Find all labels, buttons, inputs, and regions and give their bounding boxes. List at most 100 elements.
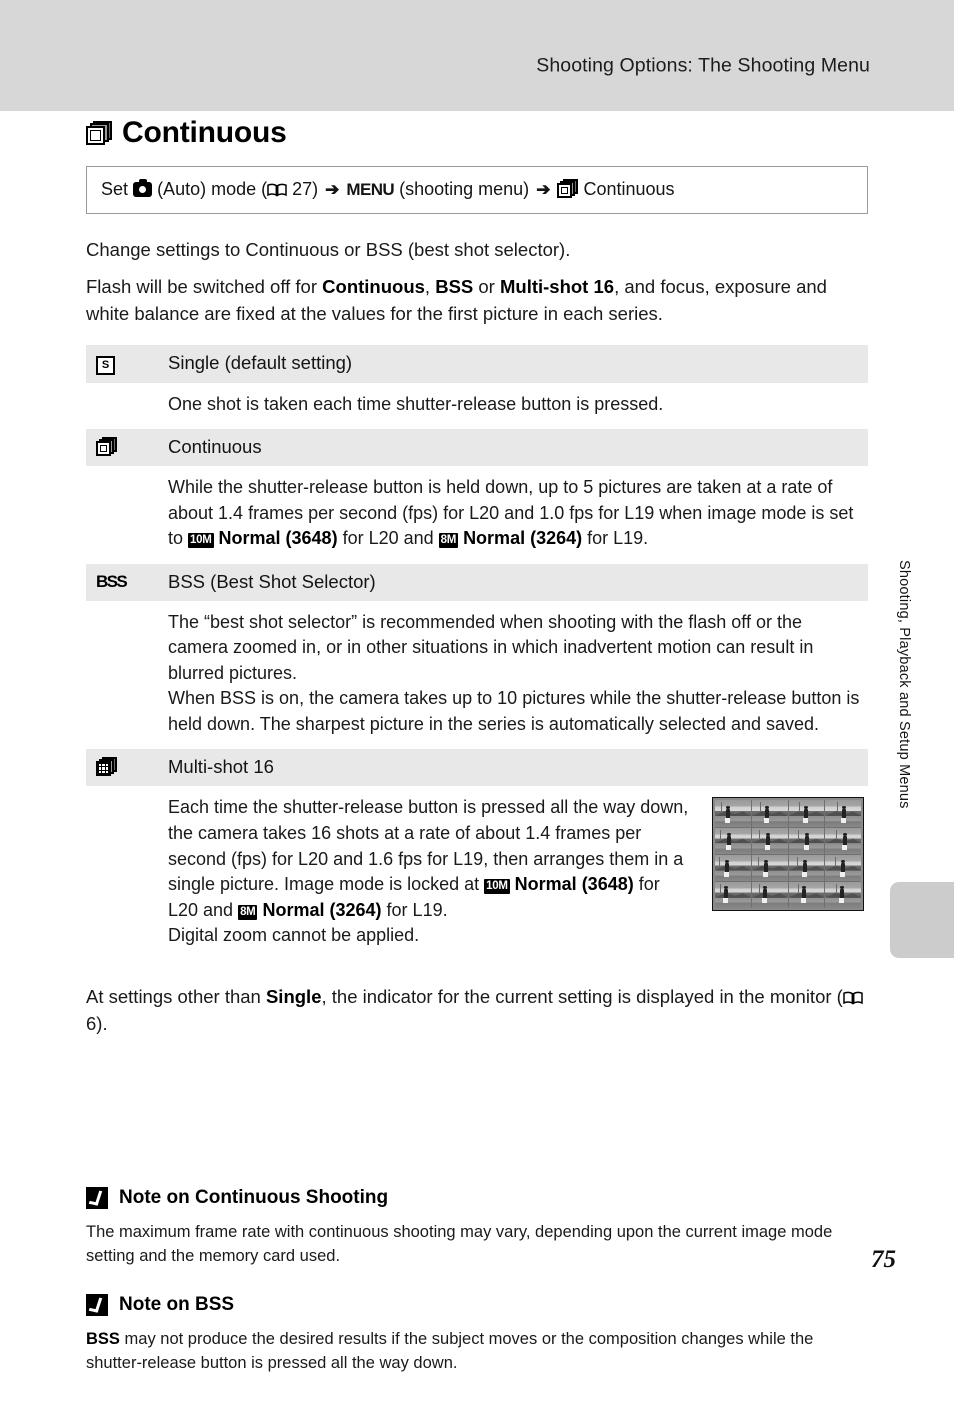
ms-desc-part4: Digital zoom cannot be applied. bbox=[168, 925, 420, 946]
sample-frame bbox=[715, 854, 751, 882]
cont-desc-bold1: Normal (3648) bbox=[218, 528, 338, 549]
notes-section: Note on Continuous Shooting The maximum … bbox=[86, 1186, 868, 1375]
table-row-multishot-body: Each time the shutter-release button is … bbox=[86, 786, 868, 961]
note-title-continuous: Note on Continuous Shooting bbox=[86, 1186, 868, 1209]
image-mode-chip-8m: 8M bbox=[438, 533, 459, 549]
breadcrumb-menu-suffix: (shooting menu) bbox=[399, 179, 530, 199]
side-tab-marker bbox=[890, 882, 954, 958]
image-mode-chip-10m: 10M bbox=[484, 879, 510, 895]
ms-desc-bold1: Normal (3648) bbox=[514, 874, 634, 895]
sample-frame bbox=[751, 827, 788, 854]
breadcrumb-menu-button: MENU bbox=[346, 180, 395, 199]
sample-frame bbox=[715, 882, 751, 909]
page-title: Continuous bbox=[86, 118, 868, 148]
continuous-stack-icon bbox=[557, 179, 579, 198]
multishot-icon-cell bbox=[86, 749, 166, 787]
bss-desc-2: When BSS is on, the camera takes up to 1… bbox=[168, 688, 860, 734]
continuous-stack-icon bbox=[96, 436, 117, 456]
bss-icon: BSS bbox=[96, 571, 128, 591]
note-body-bss: BSS may not produce the desired results … bbox=[86, 1327, 868, 1375]
cont-desc-part2: for L20 and bbox=[337, 528, 439, 549]
bss-icon-cell: BSS bbox=[86, 563, 166, 601]
page-number: 75 bbox=[871, 1246, 896, 1273]
note-title-bss: Note on BSS bbox=[86, 1293, 868, 1316]
intro-2-a: Flash will be switched off for bbox=[86, 275, 323, 297]
book-page-ref-icon bbox=[843, 991, 863, 1005]
sample-frame bbox=[825, 827, 861, 854]
side-tab-label: Shooting, Playback and Setup Menus bbox=[896, 560, 912, 809]
sample-photo-grid bbox=[715, 800, 861, 909]
option-description-bss: The “best shot selector” is recommended … bbox=[166, 600, 868, 750]
intro-2-bold-continuous: Continuous bbox=[322, 275, 425, 297]
book-page-ref-icon bbox=[267, 183, 287, 197]
page-title-text: Continuous bbox=[122, 116, 287, 149]
spacer-cell bbox=[86, 600, 166, 750]
note-title-text: Note on Continuous Shooting bbox=[119, 1186, 389, 1208]
after-table-paragraph: At settings other than Single, the indic… bbox=[86, 983, 868, 1037]
table-row-bss-body: The “best shot selector” is recommended … bbox=[86, 600, 868, 750]
note-body-continuous: The maximum frame rate with continuous s… bbox=[86, 1222, 833, 1265]
sample-frame bbox=[751, 882, 788, 909]
table-row-continuous-header: Continuous bbox=[86, 429, 868, 467]
continuous-icon-cell bbox=[86, 429, 166, 467]
image-mode-chip-10m: 10M bbox=[188, 533, 214, 549]
bss-desc-1: The “best shot selector” is recommended … bbox=[168, 611, 814, 683]
sample-frame bbox=[788, 882, 825, 909]
spacer-cell bbox=[86, 466, 166, 564]
page-content: Continuous Set (Auto) mode ( 27) ➔ MENU … bbox=[86, 118, 868, 1401]
option-label-bss: BSS (Best Shot Selector) bbox=[166, 563, 868, 601]
arrow-icon-2: ➔ bbox=[536, 180, 551, 199]
table-row-single-header: S Single (default setting) bbox=[86, 344, 868, 383]
intro-paragraph-1: Change settings to Continuous or BSS (be… bbox=[86, 238, 571, 260]
note-title-text: Note on BSS bbox=[119, 1293, 235, 1315]
continuous-options-table: S Single (default setting) One shot is t… bbox=[86, 344, 868, 961]
ms-desc-bold2: Normal (3264) bbox=[262, 899, 382, 920]
continuous-stack-icon bbox=[86, 121, 112, 145]
breadcrumb-auto-mode: (Auto) mode ( bbox=[157, 179, 268, 199]
sample-frame bbox=[825, 800, 861, 827]
multi-shot-16-icon bbox=[96, 756, 117, 776]
table-row-continuous-body: While the shutter-release button is held… bbox=[86, 466, 868, 564]
sample-frame bbox=[715, 827, 751, 854]
sample-frame bbox=[751, 800, 788, 827]
sample-frame bbox=[788, 854, 825, 882]
cont-desc-part3: for L19. bbox=[582, 528, 649, 549]
intro-2-bold-bss: BSS bbox=[435, 275, 474, 297]
intro-2-sep2: or bbox=[473, 275, 500, 297]
intro-2-bold-multishot: Multi-shot 16 bbox=[499, 275, 615, 297]
option-label-continuous: Continuous bbox=[166, 429, 868, 467]
caution-check-icon bbox=[86, 1293, 108, 1316]
option-description-multishot: Each time the shutter-release button is … bbox=[166, 786, 868, 961]
table-row-multishot-header: Multi-shot 16 bbox=[86, 749, 868, 787]
sample-frame bbox=[715, 800, 751, 827]
sample-frame bbox=[751, 854, 788, 882]
camera-auto-icon bbox=[133, 178, 153, 197]
breadcrumb: Set (Auto) mode ( 27) ➔ MENU (shooting m… bbox=[86, 166, 868, 214]
single-shot-icon: S bbox=[96, 355, 115, 375]
sample-frame bbox=[825, 882, 861, 909]
intro-2-sep1: , bbox=[424, 275, 436, 297]
after-page-ref: 6). bbox=[86, 1012, 108, 1034]
note-continuous-shooting: Note on Continuous Shooting The maximum … bbox=[86, 1186, 868, 1268]
running-title: Shooting Options: The Shooting Menu bbox=[536, 54, 870, 77]
single-shot-icon-cell: S bbox=[86, 344, 166, 383]
option-description-single: One shot is taken each time shutter-rele… bbox=[166, 382, 868, 430]
note-bss-bold: BSS bbox=[86, 1329, 120, 1348]
spacer-cell bbox=[86, 382, 166, 430]
after-a: At settings other than bbox=[86, 985, 266, 1007]
breadcrumb-page-ref: 27) bbox=[292, 179, 319, 199]
caution-check-icon bbox=[86, 1186, 108, 1209]
ms-desc-part3: for L19. bbox=[381, 899, 448, 920]
breadcrumb-destination: Continuous bbox=[583, 179, 675, 199]
multi-shot-16-sample-image bbox=[712, 797, 864, 912]
option-label-single: Single (default setting) bbox=[166, 344, 868, 383]
sample-frame bbox=[788, 827, 825, 854]
after-bold-single: Single bbox=[265, 985, 322, 1007]
note-bss-text: may not produce the desired results if t… bbox=[86, 1329, 814, 1372]
after-c: , the indicator for the current setting … bbox=[321, 985, 843, 1007]
table-row-bss-header: BSS BSS (Best Shot Selector) bbox=[86, 563, 868, 601]
image-mode-chip-8m: 8M bbox=[238, 904, 258, 920]
sample-frame bbox=[788, 800, 825, 827]
option-description-continuous: While the shutter-release button is held… bbox=[166, 466, 868, 564]
multishot-desc-text: Each time the shutter-release button is … bbox=[168, 795, 694, 948]
